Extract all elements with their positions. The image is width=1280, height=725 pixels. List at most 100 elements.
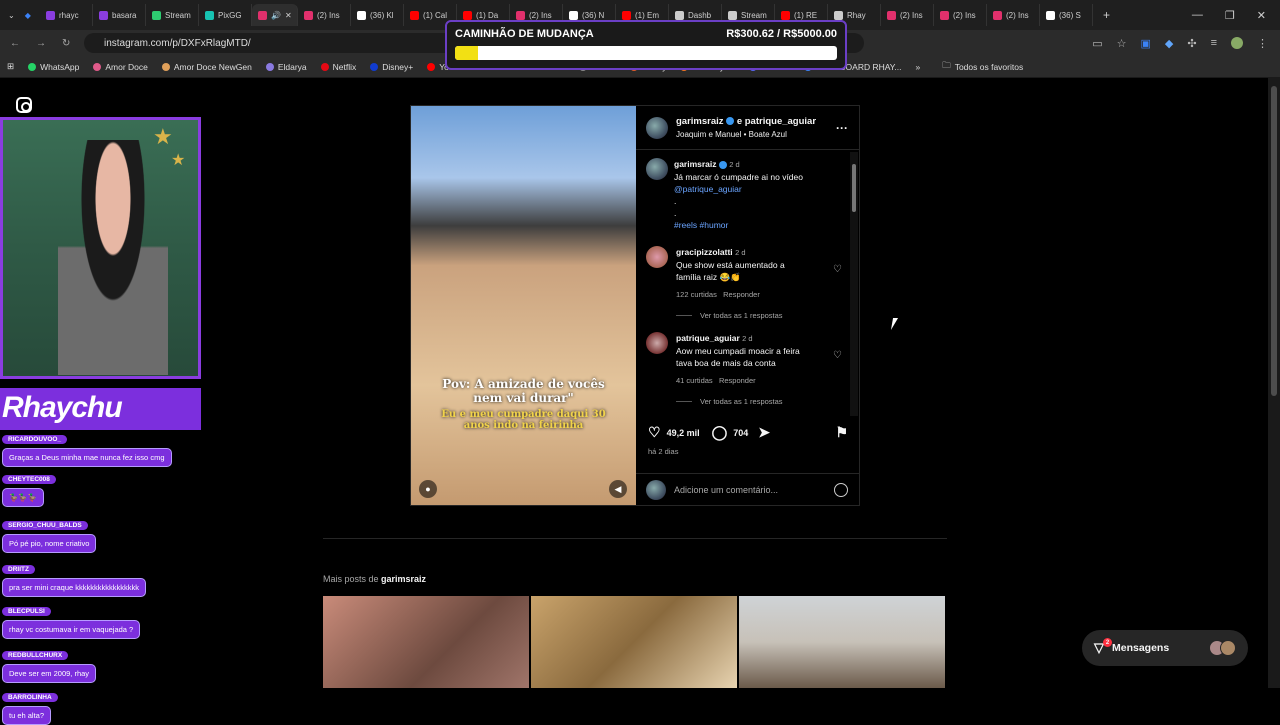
mute-icon[interactable]: ◀ [609, 480, 627, 498]
tab-title: (2) Ins [900, 10, 923, 20]
extension-icon[interactable]: ◆ [1165, 37, 1173, 50]
browser-tab[interactable]: basara [93, 4, 146, 26]
add-comment-input[interactable]: Adicione um comentário... [674, 485, 778, 495]
like-comment-icon[interactable]: ♡ [833, 350, 842, 361]
reply-button[interactable]: Responder [719, 376, 756, 385]
tab-close-icon[interactable]: ✕ [285, 11, 292, 20]
tab-search-icon[interactable]: ⌄ [8, 11, 15, 20]
messages-button[interactable]: ▽ 2 Mensagens [1082, 630, 1248, 666]
nav-buttons: ← → ↻ [0, 38, 80, 49]
tab-favicon-icon [410, 10, 419, 20]
more-posts-prefix: Mais posts de [323, 574, 382, 584]
browser-tab[interactable]: (36) Kl [351, 4, 404, 26]
chat-username: BARROLINHA [2, 693, 58, 702]
new-tab-button[interactable]: + [1093, 8, 1120, 22]
post-thumbnail[interactable] [531, 596, 737, 688]
bookmark-star-icon[interactable]: ☆ [1117, 37, 1127, 50]
more-options-icon[interactable]: ··· [836, 121, 860, 135]
bookmark-label: Amor Doce [105, 61, 148, 72]
browser-tab[interactable]: rhayc [40, 4, 93, 26]
comment-username[interactable]: patrique_aguiar [676, 333, 740, 343]
author-username[interactable]: garimsraiz [676, 116, 724, 127]
view-replies-link[interactable]: Ver todas as 1 respostas [676, 397, 783, 406]
back-icon[interactable]: ← [10, 38, 20, 49]
extensions-puzzle-icon[interactable]: ✣ [1187, 37, 1196, 50]
browser-tab[interactable]: (36) S [1040, 4, 1093, 26]
post-thumbnail[interactable] [323, 596, 529, 688]
caption-username[interactable]: garimsraiz [674, 159, 717, 169]
scrollbar-thumb[interactable] [1271, 86, 1277, 396]
bookmark-label: Netflix [332, 61, 357, 72]
like-heart-icon[interactable]: ♡ [648, 424, 661, 441]
reel-video[interactable]: Pov: A amizade de vocês nem vai durar" E… [411, 106, 636, 505]
page-scrollbar[interactable] [1268, 78, 1280, 688]
like-count[interactable]: 49,2 mil [667, 428, 700, 438]
more-posts-username[interactable]: garimsraiz [381, 574, 426, 584]
add-comment-bar: Adicione um comentário... [636, 473, 860, 505]
share-send-icon[interactable]: ➤ [758, 424, 770, 441]
reply-button[interactable]: Responder [723, 290, 760, 299]
audio-link[interactable]: Joaquim e Manuel [676, 130, 741, 139]
caption-text: Já marcar ó cumpadre ai no vídeo [674, 172, 803, 182]
messages-badge: 2 [1103, 638, 1112, 647]
comments-scroll-thumb[interactable] [852, 164, 856, 212]
comment-likes[interactable]: 122 curtidas [676, 290, 717, 299]
tab-favicon-icon [887, 10, 896, 20]
comment-time: 2 d [735, 248, 746, 257]
tab-title: (2) Ins [1006, 10, 1029, 20]
comment-bubble-icon[interactable]: ◯ [712, 424, 728, 441]
view-replies-link[interactable]: Ver todas as 1 respostas [676, 311, 783, 320]
bookmark-item[interactable]: Amor Doce [86, 62, 155, 72]
goal-progress-bar [455, 46, 837, 60]
browser-tab[interactable]: (2) Ins [934, 4, 987, 26]
caption-avatar[interactable] [646, 158, 668, 180]
location-link[interactable]: Boate Azul [749, 130, 787, 139]
caption-hashtags[interactable]: #reels #humor [674, 219, 803, 231]
instagram-logo-icon[interactable] [16, 97, 32, 113]
reload-icon[interactable]: ↻ [62, 38, 70, 49]
bookmark-favicon-icon [370, 62, 379, 71]
extension-icon[interactable]: ▣ [1140, 37, 1150, 50]
bookmark-item[interactable]: Amor Doce NewGen [155, 62, 259, 72]
bookmark-item[interactable]: Eldarya [259, 62, 314, 72]
cast-icon[interactable]: ▭ [1092, 37, 1102, 50]
caption-mention[interactable]: @patrique_aguiar [674, 183, 803, 195]
bookmark-item[interactable]: Disney+ [363, 62, 420, 72]
comments-scrollbar[interactable] [850, 152, 858, 416]
browser-tab[interactable]: (2) Ins [987, 4, 1040, 26]
comment-avatar[interactable] [646, 246, 668, 268]
chat-text: rhay vc costumava ir em vaquejada ? [2, 620, 141, 639]
apps-grid-icon[interactable]: ⊞ [0, 61, 21, 72]
chat-username: DRIITZ [2, 565, 35, 574]
bookmark-item[interactable]: WhatsApp [21, 62, 86, 72]
browser-tab[interactable]: (2) Ins [298, 4, 351, 26]
comment-avatar[interactable] [646, 332, 668, 354]
post-thumbnail[interactable] [739, 596, 945, 688]
restore-icon[interactable]: ❐ [1225, 9, 1235, 22]
profile-avatar[interactable] [1231, 36, 1243, 49]
minimize-icon[interactable]: — [1192, 9, 1203, 22]
browser-tab[interactable]: (2) Ins [881, 4, 934, 26]
emoji-icon[interactable] [834, 482, 848, 497]
browser-tab[interactable]: PixGG [199, 4, 252, 26]
media-icon[interactable]: ≡ [1211, 37, 1217, 50]
chat-text: tu eh alta? [2, 706, 52, 725]
tagged-user-icon[interactable]: ● [419, 480, 437, 498]
browser-tab[interactable]: Stream [146, 4, 199, 26]
save-bookmark-icon[interactable]: ⚑ [835, 424, 848, 441]
close-window-icon[interactable]: ✕ [1257, 9, 1266, 22]
author-avatar[interactable] [646, 116, 668, 139]
tab-audio-icon[interactable]: 🔊 [271, 11, 281, 20]
like-comment-icon[interactable]: ♡ [833, 264, 842, 275]
browser-tab[interactable]: 🔊 ✕ [252, 4, 298, 26]
all-favorites-folder[interactable]: 🗀 Todos os favoritos [935, 60, 1030, 74]
comment-likes[interactable]: 41 curtidas [676, 376, 713, 385]
menu-kebab-icon[interactable]: ⋮ [1257, 37, 1268, 50]
comment-username[interactable]: gracipizzolatti [676, 247, 733, 257]
collab-username[interactable]: patrique_aguiar [745, 116, 816, 127]
bookmark-item[interactable]: Netflix [314, 62, 364, 72]
tab-favicon-icon [357, 10, 366, 20]
forward-icon[interactable]: → [36, 38, 46, 49]
tab-title: (1) RE [794, 10, 818, 20]
more-bookmarks-icon[interactable]: » [908, 62, 927, 72]
